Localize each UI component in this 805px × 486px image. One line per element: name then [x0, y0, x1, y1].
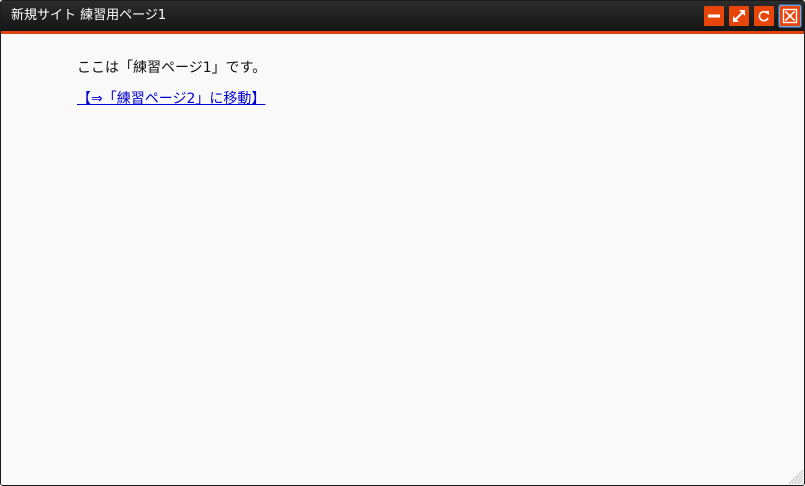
close-button[interactable] — [779, 5, 801, 27]
minus-icon — [708, 14, 720, 18]
expand-icon — [733, 10, 745, 22]
page-description: ここは「練習ページ1」です。 — [77, 60, 267, 76]
resize-grip-icon — [788, 469, 804, 485]
page2-link[interactable]: 【⇒「練習ページ2」に移動】 — [77, 89, 265, 109]
title-bar[interactable]: 新規サイト 練習用ページ1 — [1, 1, 804, 34]
maximize-button[interactable] — [729, 6, 749, 26]
close-icon — [782, 8, 798, 24]
content-area: ここは「練習ページ1」です。 【⇒「練習ページ2」に移動】 — [1, 34, 804, 485]
refresh-button[interactable] — [754, 6, 774, 26]
window-title: 新規サイト 練習用ページ1 — [11, 8, 167, 23]
minimize-button[interactable] — [704, 6, 724, 26]
resize-grip[interactable] — [784, 465, 804, 485]
app-window: 新規サイト 練習用ページ1 ここは「練習ページ1」です。 【⇒「練習ページ2」に… — [0, 0, 805, 486]
refresh-icon — [758, 10, 769, 22]
